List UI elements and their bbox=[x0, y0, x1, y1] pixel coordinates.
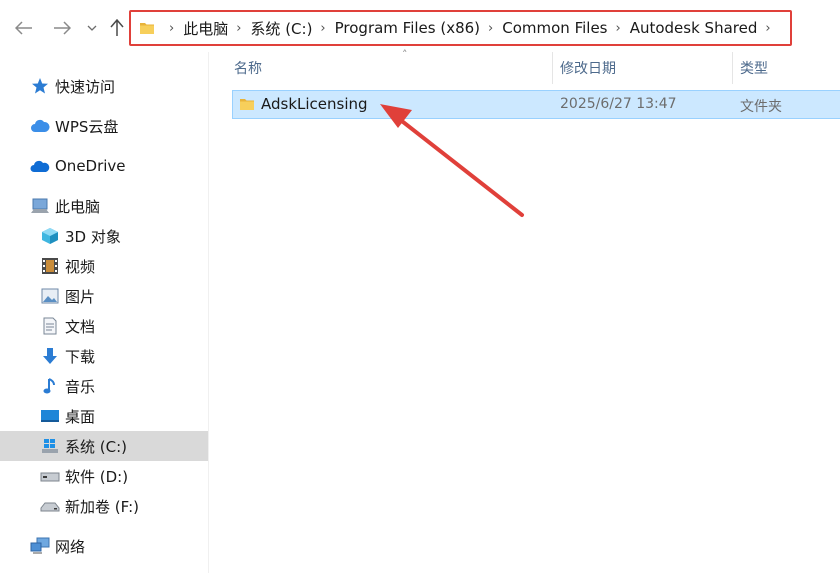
sidebar-item-videos[interactable]: 视频 bbox=[0, 251, 208, 281]
sidebar-item-wps-cloud[interactable]: WPS云盘 bbox=[0, 111, 208, 141]
sidebar-item-system-c[interactable]: 系统 (C:) bbox=[0, 431, 208, 461]
file-name: AdskLicensing bbox=[261, 95, 368, 113]
breadcrumb-item-program-files-x86[interactable]: Program Files (x86) bbox=[335, 19, 480, 37]
sidebar-item-music[interactable]: 音乐 bbox=[0, 371, 208, 401]
breadcrumb-separator-icon[interactable]: › bbox=[161, 21, 183, 36]
column-header-label: 修改日期 bbox=[560, 61, 616, 77]
music-icon bbox=[40, 376, 60, 396]
download-icon bbox=[40, 346, 60, 366]
column-divider[interactable] bbox=[732, 52, 733, 84]
sidebar-item-quick-access[interactable]: 快速访问 bbox=[0, 71, 208, 101]
file-list-view: 名称 ˄ 修改日期 类型 AdskLicensing 2025/6/27 13:… bbox=[216, 48, 840, 573]
cube-icon bbox=[40, 226, 60, 246]
star-icon bbox=[30, 76, 50, 96]
sidebar-item-label: 软件 (D:) bbox=[65, 467, 129, 486]
sidebar-item-desktop[interactable]: 桌面 bbox=[0, 401, 208, 431]
chevron-down-icon bbox=[87, 25, 97, 31]
sidebar-item-3d-objects[interactable]: 3D 对象 bbox=[0, 221, 208, 251]
breadcrumb-item-system-c[interactable]: 系统 (C:) bbox=[250, 18, 312, 39]
cloud-icon bbox=[30, 116, 50, 136]
network-icon bbox=[30, 536, 50, 556]
sidebar-item-label: 桌面 bbox=[65, 407, 96, 426]
recent-locations-button[interactable] bbox=[82, 14, 102, 42]
sidebar-item-label: 快速访问 bbox=[55, 77, 116, 96]
navigation-pane: 快速访问 WPS云盘 OneDrive 此电脑 3D 对象 视频 图片 文档 下… bbox=[0, 52, 208, 573]
up-button[interactable] bbox=[104, 14, 130, 42]
back-button[interactable] bbox=[10, 14, 38, 42]
breadcrumb-separator-icon[interactable]: › bbox=[757, 21, 779, 36]
sidebar-item-this-pc[interactable]: 此电脑 bbox=[0, 191, 208, 221]
onedrive-icon bbox=[30, 156, 50, 176]
sort-ascending-icon: ˄ bbox=[402, 48, 408, 61]
sidebar-item-label: 音乐 bbox=[65, 377, 96, 396]
sidebar-item-new-volume-f[interactable]: 新加卷 (F:) bbox=[0, 491, 208, 521]
sidebar-item-network[interactable]: 网络 bbox=[0, 531, 208, 561]
breadcrumb-item-this-pc[interactable]: 此电脑 bbox=[183, 18, 228, 39]
sidebar-item-label: 3D 对象 bbox=[65, 227, 121, 246]
sidebar-item-onedrive[interactable]: OneDrive bbox=[0, 151, 208, 181]
windows-drive-icon bbox=[40, 436, 60, 456]
folder-icon bbox=[240, 99, 254, 110]
breadcrumb-separator-icon[interactable]: › bbox=[608, 21, 630, 36]
column-header-date[interactable]: 修改日期 bbox=[560, 52, 730, 84]
sidebar-item-downloads[interactable]: 下载 bbox=[0, 341, 208, 371]
file-modified-date: 2025/6/27 13:47 bbox=[560, 96, 677, 112]
folder-icon bbox=[140, 23, 154, 34]
file-row-selected[interactable]: AdskLicensing 2025/6/27 13:47 文件夹 bbox=[232, 90, 840, 119]
arrow-up-icon bbox=[110, 19, 124, 36]
document-icon bbox=[40, 316, 60, 336]
sidebar-item-label: 视频 bbox=[65, 257, 96, 276]
breadcrumb-item-autodesk-shared[interactable]: Autodesk Shared bbox=[630, 19, 758, 37]
drive-icon bbox=[40, 496, 60, 516]
sidebar-item-label: 文档 bbox=[65, 317, 96, 336]
forward-button[interactable] bbox=[48, 14, 76, 42]
breadcrumb-separator-icon[interactable]: › bbox=[312, 21, 334, 36]
sidebar-item-label: WPS云盘 bbox=[55, 117, 119, 136]
column-header-type[interactable]: 类型 bbox=[740, 52, 840, 84]
sidebar-item-label: 下载 bbox=[65, 347, 96, 366]
arrow-left-icon bbox=[15, 21, 32, 35]
arrow-right-icon bbox=[54, 21, 71, 35]
film-icon bbox=[40, 256, 60, 276]
column-header-label: 名称 bbox=[234, 61, 262, 77]
address-bar[interactable]: › 此电脑 › 系统 (C:) › Program Files (x86) › … bbox=[129, 10, 792, 46]
desktop-icon bbox=[40, 406, 60, 426]
sidebar-item-software-d[interactable]: 软件 (D:) bbox=[0, 461, 208, 491]
sidebar-item-label: 新加卷 (F:) bbox=[65, 497, 139, 516]
drive-icon bbox=[40, 466, 60, 486]
sidebar-item-label: 此电脑 bbox=[55, 197, 101, 216]
sidebar-item-label: 系统 (C:) bbox=[65, 437, 127, 456]
sidebar-item-pictures[interactable]: 图片 bbox=[0, 281, 208, 311]
column-header-name[interactable]: 名称 ˄ bbox=[234, 48, 550, 84]
sidebar-item-label: OneDrive bbox=[55, 157, 126, 175]
column-header-label: 类型 bbox=[740, 61, 768, 77]
breadcrumb-item-common-files[interactable]: Common Files bbox=[502, 19, 607, 37]
pane-divider[interactable] bbox=[208, 52, 209, 573]
navigation-bar: › 此电脑 › 系统 (C:) › Program Files (x86) › … bbox=[0, 0, 840, 52]
file-type: 文件夹 bbox=[740, 99, 782, 115]
sidebar-item-documents[interactable]: 文档 bbox=[0, 311, 208, 341]
column-divider[interactable] bbox=[552, 52, 553, 84]
picture-icon bbox=[40, 286, 60, 306]
breadcrumb-separator-icon[interactable]: › bbox=[228, 21, 250, 36]
sidebar-item-label: 网络 bbox=[55, 537, 86, 556]
sidebar-item-label: 图片 bbox=[65, 287, 96, 306]
breadcrumb-separator-icon[interactable]: › bbox=[480, 21, 502, 36]
computer-icon bbox=[30, 196, 50, 216]
